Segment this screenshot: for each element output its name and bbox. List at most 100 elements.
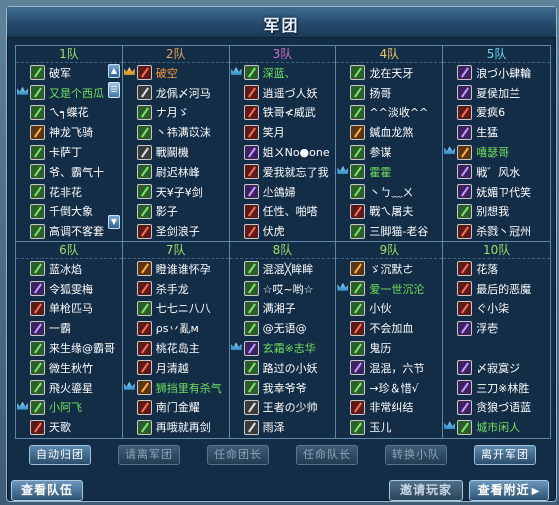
scroll-track[interactable] [108, 98, 120, 215]
member-slot[interactable]: 玄霜※志华 [230, 338, 336, 358]
member-slot[interactable]: 浮壱 [443, 318, 550, 338]
view-nearby-button[interactable]: 查看附近 ▶ [469, 480, 549, 501]
member-slot[interactable]: 非常纠结 [336, 398, 442, 418]
member-slot[interactable]: 单枪匹马 [16, 299, 122, 319]
member-slot[interactable]: @无语@ [230, 318, 336, 338]
member-slot[interactable]: 逍遥づ人妖 [230, 83, 336, 103]
member-slot[interactable]: 路过の小妖 [230, 358, 336, 378]
member-slot[interactable]: 小阿飞 [16, 398, 122, 418]
member-slot[interactable]: 七七ニ八八 [123, 299, 229, 319]
member-slot[interactable]: 混混╳眸眸 [230, 259, 336, 279]
switch-squad-button[interactable]: 转换小队 [385, 445, 447, 465]
member-slot[interactable]: 丶祎满苡沫 [123, 122, 229, 142]
member-slot[interactable]: ナ月ゞ [123, 103, 229, 123]
member-slot[interactable]: 爱一世沉沦 [336, 279, 442, 299]
member-slot[interactable]: 天¥子¥剑 [123, 182, 229, 202]
appoint-chief-button[interactable]: 任命团长 [207, 445, 269, 465]
scroll-down-icon[interactable]: ▼ [108, 215, 120, 229]
title-bar[interactable]: 军团 [7, 7, 556, 38]
member-slot[interactable]: 一霸 [16, 318, 122, 338]
member-slot[interactable]: ㄟ┑蝶花 [16, 103, 122, 123]
member-slot[interactable]: 破军 [16, 63, 122, 83]
member-slot[interactable]: 破空 [123, 63, 229, 83]
member-slot[interactable]: 姐ㄨNo●one [230, 142, 336, 162]
invite-player-button[interactable]: 邀请玩家 [389, 480, 463, 501]
member-slot[interactable] [443, 338, 550, 358]
member-slot[interactable]: 扬哥 [336, 83, 442, 103]
member-slot[interactable]: 龙在天牙 [336, 63, 442, 83]
member-slot[interactable]: 〆寂寞ジ [443, 358, 550, 378]
member-slot[interactable]: 城市闲人 [443, 417, 550, 437]
member-scrollbar[interactable]: ▲ ☰ ▼ [108, 64, 120, 239]
auto-return-button[interactable]: 自动归团 [29, 445, 91, 465]
member-slot[interactable]: 霍霍 [336, 162, 442, 182]
member-slot[interactable]: 参谋 [336, 142, 442, 162]
member-slot[interactable]: 龙佩〆河马 [123, 83, 229, 103]
member-slot[interactable]: 蓝冰焰 [16, 259, 122, 279]
member-slot[interactable]: 瞪谁谁怀孕 [123, 259, 229, 279]
member-slot[interactable]: 王者の少帅 [230, 398, 336, 418]
member-slot[interactable]: 神龙飞骑 [16, 122, 122, 142]
member-slot[interactable]: 花非花 [16, 182, 122, 202]
member-slot[interactable]: 圣剑浪子 [123, 221, 229, 241]
member-slot[interactable]: 爷、霸气十 [16, 162, 122, 182]
member-slot[interactable]: 再哦就再剑 [123, 417, 229, 437]
member-slot[interactable]: 杀戮丶冠州 [443, 221, 550, 241]
member-slot[interactable]: 戦゛风水 [443, 162, 550, 182]
member-slot[interactable]: 满湘子 [230, 299, 336, 319]
member-slot[interactable]: 夏侯加兰 [443, 83, 550, 103]
scroll-up-icon[interactable]: ▲ [108, 64, 120, 78]
member-slot[interactable]: 小伙 [336, 299, 442, 319]
member-slot[interactable]: 飛火鎏星 [16, 378, 122, 398]
member-slot[interactable]: 花落 [443, 259, 550, 279]
member-slot[interactable]: 丶ㄅ﹏ㄨ [336, 182, 442, 202]
appoint-captain-button[interactable]: 任命队长 [296, 445, 358, 465]
member-slot[interactable]: 生猛 [443, 122, 550, 142]
member-slot[interactable]: 令狐雯梅 [16, 279, 122, 299]
member-slot[interactable]: 雨泽 [230, 417, 336, 437]
member-slot[interactable]: 铁哥≮威武 [230, 103, 336, 123]
member-slot[interactable]: 鍼血龙煞 [336, 122, 442, 142]
member-slot[interactable]: 天歌 [16, 417, 122, 437]
member-slot[interactable]: 任性、啪嗒 [230, 202, 336, 222]
member-slot[interactable]: 影子 [123, 202, 229, 222]
member-slot[interactable]: 鬼历 [336, 338, 442, 358]
member-slot[interactable]: 爱疯6 [443, 103, 550, 123]
member-slot[interactable]: 嘻瑟哥 [443, 142, 550, 162]
view-team-button[interactable]: 查看队伍 [11, 480, 83, 501]
member-slot[interactable]: 三脚猫-老谷 [336, 221, 442, 241]
member-slot[interactable]: 混混，六节 [336, 358, 442, 378]
member-slot[interactable]: 高调不客套 [16, 221, 122, 241]
member-slot[interactable]: 浪づ小肆輪 [443, 63, 550, 83]
member-slot[interactable]: 笑月 [230, 122, 336, 142]
member-slot[interactable]: 卡萨丁 [16, 142, 122, 162]
request-legion-button[interactable]: 请离军团 [118, 445, 180, 465]
scroll-thumb[interactable]: ☰ [108, 82, 120, 98]
member-slot[interactable]: →珍＆惜√ [336, 378, 442, 398]
member-slot[interactable]: 尐鴿婦 [230, 182, 336, 202]
member-slot[interactable]: 南门金耀 [123, 398, 229, 418]
member-slot[interactable]: 三刀※林胜 [443, 378, 550, 398]
member-slot[interactable]: 戰鬬機 [123, 142, 229, 162]
member-slot[interactable]: 狮挡里有杀气 [123, 378, 229, 398]
member-slot[interactable]: 戰ㄟ屠夫 [336, 202, 442, 222]
member-slot[interactable]: ぐ小柒 [443, 299, 550, 319]
member-slot[interactable]: 桃花岛主 [123, 338, 229, 358]
member-slot[interactable]: ρs丷亂м [123, 318, 229, 338]
member-slot[interactable]: ^^淡收^^ [336, 103, 442, 123]
member-slot[interactable]: 贪狼づ语蓝 [443, 398, 550, 418]
member-slot[interactable]: 深蓝、 [230, 63, 336, 83]
member-slot[interactable]: 不会加血 [336, 318, 442, 338]
member-slot[interactable]: 别想我 [443, 202, 550, 222]
member-slot[interactable]: ☆哎~哟☆ [230, 279, 336, 299]
member-slot[interactable]: 尉迟林峰 [123, 162, 229, 182]
member-slot[interactable]: 来生缘@霸哥 [16, 338, 122, 358]
member-slot[interactable]: 微生秋竹 [16, 358, 122, 378]
member-slot[interactable]: 月清越 [123, 358, 229, 378]
member-slot[interactable]: 千倒大象 [16, 202, 122, 222]
member-slot[interactable]: 杀手龙 [123, 279, 229, 299]
leave-legion-button[interactable]: 离开军团 [474, 445, 536, 465]
member-slot[interactable]: 最后的恶魔 [443, 279, 550, 299]
member-slot[interactable]: ゞ沉默ㄜ [336, 259, 442, 279]
member-slot[interactable]: 我幸爷爷 [230, 378, 336, 398]
